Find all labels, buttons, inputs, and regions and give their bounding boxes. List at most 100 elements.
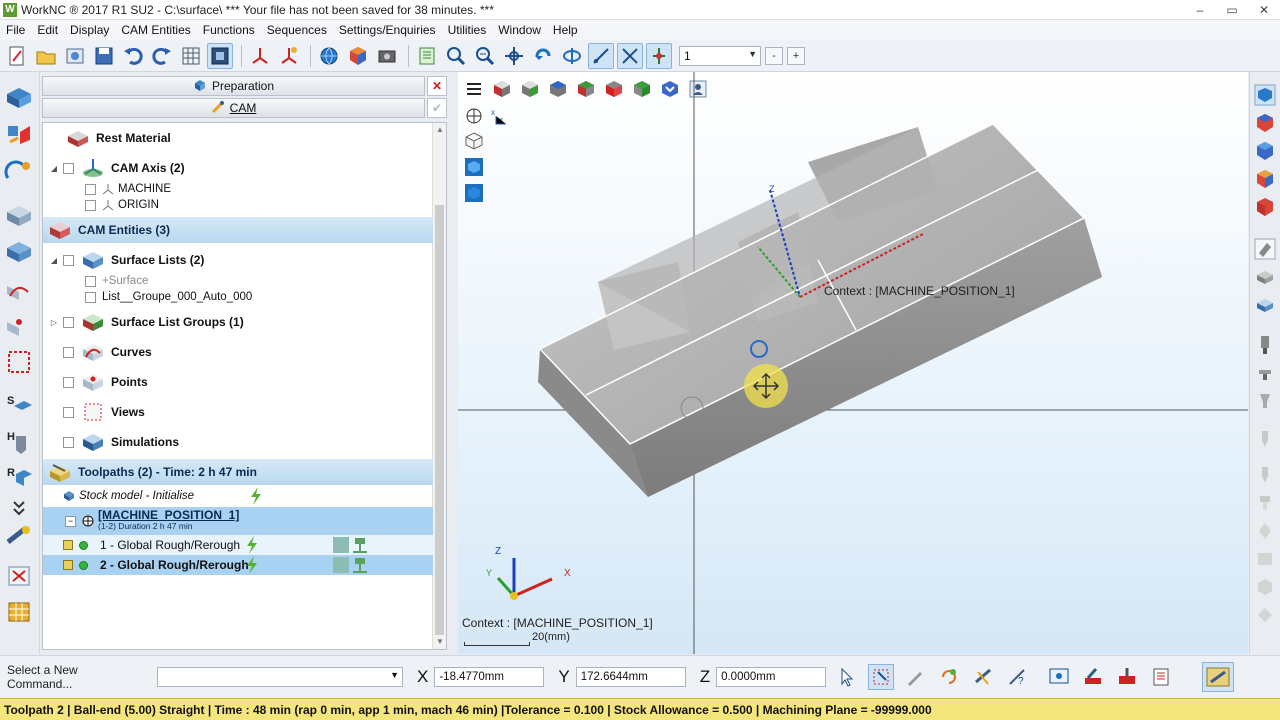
pick-icon[interactable] xyxy=(646,42,672,69)
display-mode-icon[interactable] xyxy=(207,42,233,69)
zoom-window-icon[interactable] xyxy=(443,43,469,69)
3d-viewport[interactable]: xz xyxy=(458,72,1248,654)
axis-icon[interactable] xyxy=(247,43,273,69)
curves-tool-icon[interactable] xyxy=(4,276,34,304)
confirm-panel-button[interactable]: ✔ xyxy=(427,98,447,118)
h-tool-icon[interactable]: H xyxy=(4,428,34,456)
tool-holder-tall-icon[interactable] xyxy=(1254,334,1276,356)
checkbox[interactable] xyxy=(63,436,74,448)
tree-group-cam-entities[interactable]: CAM Entities (3) xyxy=(43,217,433,243)
measure-icon[interactable] xyxy=(588,42,614,69)
redo-icon[interactable] xyxy=(149,43,175,69)
select-cursor-icon[interactable] xyxy=(834,664,860,690)
expand-more-icon[interactable] xyxy=(4,496,34,524)
maximize-button[interactable]: ▭ xyxy=(1216,0,1248,20)
tree-item-surface-list-groups[interactable]: ▷ Surface List Groups (1) xyxy=(49,311,439,333)
checkbox[interactable] xyxy=(63,316,74,328)
tree-item-toolpath-1[interactable]: 1 - Global Rough/Rerough xyxy=(43,535,433,555)
menu-sequences[interactable]: Sequences xyxy=(261,23,333,37)
highlighted-tool-icon[interactable] xyxy=(1202,661,1235,692)
grid-icon[interactable] xyxy=(178,43,204,69)
pick-point-icon[interactable] xyxy=(868,663,895,690)
snap-icon[interactable] xyxy=(617,42,643,69)
tool-gray-7-icon[interactable] xyxy=(1254,604,1276,626)
machining-icon[interactable] xyxy=(4,524,34,552)
collapse-icon[interactable]: ◢ xyxy=(49,256,59,265)
new-file-icon[interactable] xyxy=(4,43,30,69)
reorder-icon[interactable] xyxy=(4,158,34,186)
close-panel-button[interactable]: ✕ xyxy=(427,76,447,96)
block-icon[interactable] xyxy=(4,202,34,230)
layer-decrement-button[interactable]: - xyxy=(765,46,783,65)
tree-group-toolpaths[interactable]: Toolpaths (2) - Time: 2 h 47 min xyxy=(43,459,433,485)
minimize-button[interactable]: – xyxy=(1184,0,1216,20)
checkbox[interactable] xyxy=(63,346,74,358)
toolpath-tools-icon[interactable] xyxy=(4,120,34,148)
tool-gray-6-icon[interactable] xyxy=(1254,576,1276,598)
points-tool-icon[interactable] xyxy=(4,312,34,340)
clear-view-icon[interactable] xyxy=(1254,238,1276,260)
z-coordinate-field[interactable]: 0.0000mm xyxy=(716,666,827,687)
r-tool-icon[interactable]: R xyxy=(4,464,34,492)
tree-item-cam-axis[interactable]: ◢ CAM Axis (2) xyxy=(49,157,439,179)
save-icon[interactable] xyxy=(91,43,117,69)
shaded-cube-icon[interactable] xyxy=(345,43,371,69)
checkbox[interactable] xyxy=(63,376,74,388)
x-coordinate-field[interactable]: -18.4770mm xyxy=(434,666,545,687)
part-blue-icon[interactable] xyxy=(1254,294,1276,316)
help-tool-icon[interactable]: ? xyxy=(1004,664,1030,690)
toolpath-checkbox[interactable] xyxy=(63,540,73,550)
tool-gray-3-icon[interactable] xyxy=(1254,492,1276,514)
tree-item-rest-material[interactable]: Rest Material xyxy=(65,127,446,149)
tree-item-stock-model[interactable]: Stock model - Initialise xyxy=(63,487,446,505)
collapse-checkbox[interactable]: − xyxy=(65,515,76,527)
screen-info-icon[interactable] xyxy=(1046,664,1072,690)
close-window-button[interactable]: ✕ xyxy=(1248,0,1280,20)
y-coordinate-field[interactable]: 172.6644mm xyxy=(575,666,686,687)
tool-gray-5-icon[interactable] xyxy=(1254,548,1276,570)
top-view-icon[interactable] xyxy=(1254,140,1276,162)
tree-item-curves[interactable]: Curves xyxy=(59,341,446,363)
post-process-icon[interactable] xyxy=(1114,664,1140,690)
iso-view-icon[interactable] xyxy=(1254,84,1276,106)
machine-tool-icon[interactable] xyxy=(1080,664,1106,690)
right-view-icon[interactable] xyxy=(1254,168,1276,190)
expand-icon[interactable]: ▷ xyxy=(49,318,59,327)
collapse-icon[interactable]: ◢ xyxy=(49,164,59,173)
menu-cam-entities[interactable]: CAM Entities xyxy=(115,23,196,37)
delete-tool-icon[interactable] xyxy=(4,562,34,590)
tree-item-points[interactable]: Points xyxy=(59,371,446,393)
layer-dropdown[interactable]: 1 ▼ xyxy=(679,45,761,66)
menu-utilities[interactable]: Utilities xyxy=(442,23,493,37)
menu-edit[interactable]: Edit xyxy=(31,23,64,37)
views-tool-icon[interactable] xyxy=(4,348,34,376)
tree-item-surface-lists[interactable]: ◢ Surface Lists (2) xyxy=(49,249,439,271)
part-solid-icon[interactable] xyxy=(1254,266,1276,288)
front-view-icon[interactable] xyxy=(1254,196,1276,218)
rotate-icon[interactable] xyxy=(530,43,556,69)
toolpath-checkbox[interactable] xyxy=(63,560,73,570)
scroll-down-icon[interactable]: ▼ xyxy=(436,637,444,646)
layer-increment-button[interactable]: + xyxy=(787,46,805,65)
tool-gray-4-icon[interactable] xyxy=(1254,520,1276,542)
preparation-header[interactable]: Preparation xyxy=(42,76,425,96)
camera-icon[interactable] xyxy=(374,43,400,69)
spiral-tool-icon[interactable] xyxy=(936,664,962,690)
tree-item-surface[interactable]: +Surface xyxy=(81,273,446,289)
preparation-icon[interactable] xyxy=(4,84,34,112)
tree-item-simulations[interactable]: Simulations xyxy=(59,431,446,453)
tree-item-toolpath-2[interactable]: 2 - Global Rough/Rerough xyxy=(43,555,433,575)
menu-file[interactable]: File xyxy=(0,23,31,37)
report-icon[interactable] xyxy=(1148,664,1174,690)
open-folder-icon[interactable] xyxy=(33,43,59,69)
tree-item-machine-position[interactable]: − [MACHINE_POSITION_1] (1-2) Duration 2 … xyxy=(43,507,433,535)
undo-icon[interactable] xyxy=(120,43,146,69)
view-cube-icon[interactable] xyxy=(1254,112,1276,134)
measure-tool-icon[interactable] xyxy=(970,664,996,690)
layers-icon[interactable] xyxy=(414,43,440,69)
command-input[interactable]: ▼ xyxy=(157,666,403,687)
zoom-icon[interactable] xyxy=(472,43,498,69)
pen-tool-icon[interactable] xyxy=(902,664,928,690)
grid-tool-icon[interactable] xyxy=(4,598,34,626)
checkbox[interactable] xyxy=(85,183,96,195)
